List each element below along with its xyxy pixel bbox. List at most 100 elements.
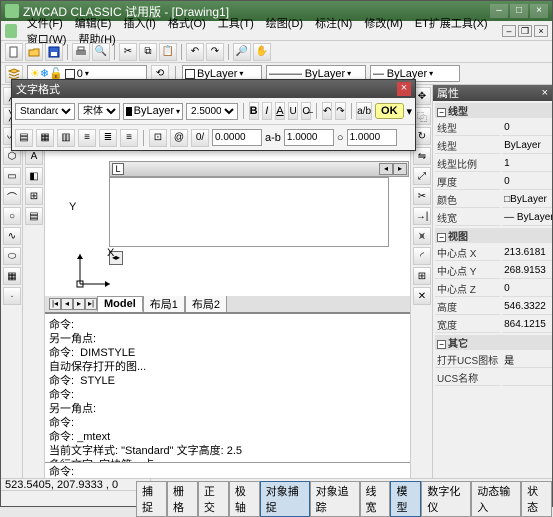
circle-icon[interactable]: ○ xyxy=(3,207,21,225)
align-ml-icon[interactable]: ≡ xyxy=(78,129,96,147)
prop-value[interactable]: 0 xyxy=(502,281,552,297)
status-2[interactable]: 正交 xyxy=(198,481,229,517)
fillet-icon[interactable]: ◜ xyxy=(413,247,431,265)
prop-value[interactable]: 546.3322 xyxy=(502,299,552,315)
extend-icon[interactable]: →| xyxy=(413,207,431,225)
align-tr-icon[interactable]: ▥ xyxy=(57,129,75,147)
oblique-icon[interactable]: 0/ xyxy=(191,129,209,147)
italic-icon[interactable]: I xyxy=(262,102,272,120)
spline-icon[interactable]: ∿ xyxy=(3,227,21,245)
dialog-close-icon[interactable]: × xyxy=(397,82,411,96)
scale-icon[interactable]: ⤢ xyxy=(413,167,431,185)
ellipse-icon[interactable]: ⬭ xyxy=(3,247,21,265)
menu-n[interactable]: 标注(N) xyxy=(309,16,358,32)
menu-o[interactable]: 格式(O) xyxy=(162,16,212,32)
mtext-editor[interactable] xyxy=(109,177,389,247)
status-3[interactable]: 极轴 xyxy=(229,481,260,517)
new-icon[interactable] xyxy=(5,43,23,61)
oblique-input[interactable] xyxy=(212,129,262,146)
menu-etx[interactable]: ET扩展工具(X) xyxy=(409,16,494,32)
prop-cat-1[interactable]: −线型 xyxy=(435,103,552,118)
tab-indicator[interactable]: L xyxy=(112,163,124,175)
app-menu-icon[interactable] xyxy=(5,24,17,38)
trim-icon[interactable]: ✂ xyxy=(413,187,431,205)
rect-icon[interactable]: ▭ xyxy=(3,167,21,185)
save-icon[interactable] xyxy=(45,43,63,61)
paste-icon[interactable]: 📋 xyxy=(159,43,177,61)
redo2-icon[interactable]: ↷ xyxy=(335,102,345,120)
menu-e[interactable]: 编辑(E) xyxy=(69,16,118,32)
status-1[interactable]: 栅格 xyxy=(167,481,198,517)
print-icon[interactable] xyxy=(72,43,90,61)
undo-icon[interactable]: ↶ xyxy=(186,43,204,61)
prop-value[interactable] xyxy=(502,370,552,386)
command-input[interactable] xyxy=(77,465,410,477)
ok-menu-icon[interactable]: ▾ xyxy=(407,105,413,118)
prop-value[interactable]: 213.6181 xyxy=(502,245,552,261)
align-mr-icon[interactable]: ≡ xyxy=(120,129,138,147)
bold-icon[interactable]: B xyxy=(249,102,259,120)
menu-f[interactable]: 文件(F) xyxy=(21,16,69,32)
erase-icon[interactable]: ✕ xyxy=(413,287,431,305)
align-tc-icon[interactable]: ▦ xyxy=(36,129,54,147)
mtext-ruler[interactable]: L ◂▸ xyxy=(109,161,409,177)
hatch-icon[interactable]: ▦ xyxy=(3,267,21,285)
symbol-icon[interactable]: @ xyxy=(170,129,188,147)
text-color-combo[interactable]: ByLayer▾ xyxy=(123,103,183,120)
underline-icon[interactable]: A xyxy=(275,102,285,120)
prop-value[interactable]: 1 xyxy=(502,156,552,172)
arc-icon[interactable]: ⌒ xyxy=(3,187,21,205)
menu-d[interactable]: 绘图(D) xyxy=(260,16,309,32)
tracking-input[interactable] xyxy=(284,129,334,146)
insert-icon[interactable]: ⊞ xyxy=(25,187,43,205)
pan-icon[interactable]: ✋ xyxy=(253,43,271,61)
status-4[interactable]: 对象捕捉 xyxy=(260,481,310,517)
overline-icon[interactable]: U xyxy=(288,102,298,120)
prop-value[interactable]: 268.9153 xyxy=(502,263,552,279)
prop-value[interactable]: 0 xyxy=(502,174,552,190)
undo2-icon[interactable]: ↶ xyxy=(322,102,332,120)
menu-t[interactable]: 工具(T) xyxy=(212,16,260,32)
prop-cat-2[interactable]: −视图 xyxy=(435,228,552,243)
prop-value[interactable]: 是 xyxy=(502,352,552,368)
command-window[interactable]: 命令:另一角点:命令: DIMSTYLE自动保存打开的图...命令: STYLE… xyxy=(45,312,410,462)
prop-value[interactable]: 0 xyxy=(502,120,552,136)
tab-model[interactable]: Model xyxy=(97,296,143,312)
text-height-combo[interactable]: 2.5000 xyxy=(186,103,238,120)
copy-icon[interactable]: ⧉ xyxy=(139,43,157,61)
props-close-icon[interactable]: × xyxy=(542,87,548,99)
stack-icon[interactable]: a/b xyxy=(356,102,372,120)
status-0[interactable]: 捕捉 xyxy=(136,481,167,517)
prop-cat-3[interactable]: −其它 xyxy=(435,335,552,350)
status-6[interactable]: 线宽 xyxy=(360,481,391,517)
tabs-last-icon[interactable]: ▸| xyxy=(85,298,97,310)
prop-value[interactable]: □ByLayer xyxy=(502,192,552,208)
menu-m[interactable]: 修改(M) xyxy=(358,16,409,32)
status-8[interactable]: 数字化仪 xyxy=(421,481,471,517)
point-icon[interactable]: · xyxy=(3,287,21,305)
tab-layout1[interactable]: 布局1 xyxy=(143,294,185,314)
align-tl-icon[interactable]: ▤ xyxy=(15,129,33,147)
close-button[interactable]: × xyxy=(530,4,548,18)
zoom-rt-icon[interactable]: 🔎 xyxy=(233,43,251,61)
width-factor-input[interactable] xyxy=(347,129,397,146)
status-7[interactable]: 模型 xyxy=(390,481,421,517)
field-icon[interactable]: ⊡ xyxy=(149,129,167,147)
ruler-left-icon[interactable]: ◂ xyxy=(379,163,393,175)
tabs-next-icon[interactable]: ▸ xyxy=(73,298,85,310)
cut-icon[interactable]: ✂ xyxy=(119,43,137,61)
preview-icon[interactable]: 🔍 xyxy=(92,43,110,61)
align-mc-icon[interactable]: ≣ xyxy=(99,129,117,147)
ruler-right-icon[interactable]: ▸ xyxy=(393,163,407,175)
tabs-prev-icon[interactable]: ◂ xyxy=(61,298,73,310)
properties-palette[interactable]: 属性× −线型线型0线型ByLayer线型比例1厚度0颜色□ByLayer线宽—… xyxy=(432,85,552,478)
prop-value[interactable]: ByLayer xyxy=(502,138,552,154)
open-icon[interactable] xyxy=(25,43,43,61)
mdi-restore[interactable]: ❐ xyxy=(518,25,532,37)
strikeout-icon[interactable]: O̶ xyxy=(301,102,311,120)
font-combo[interactable]: 宋体 xyxy=(78,103,120,120)
status-9[interactable]: 动态输入 xyxy=(471,481,521,517)
offset-icon[interactable]: ⩙ xyxy=(413,227,431,245)
table-icon[interactable]: ▤ xyxy=(25,207,43,225)
tabs-first-icon[interactable]: |◂ xyxy=(49,298,61,310)
